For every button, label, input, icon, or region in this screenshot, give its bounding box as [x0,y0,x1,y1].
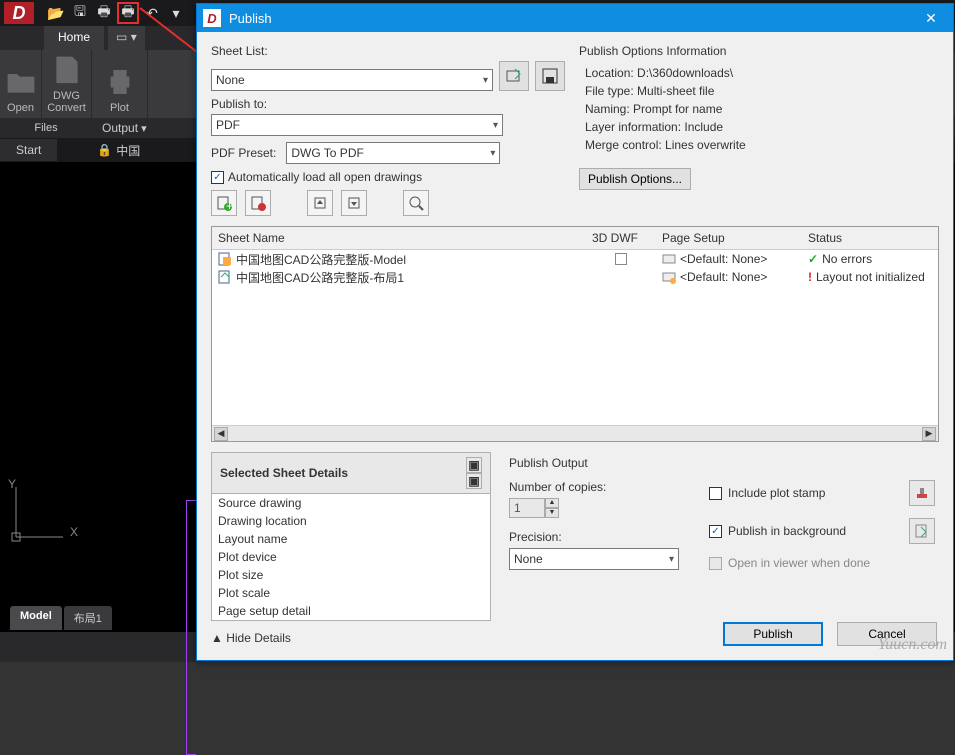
detail-size: Plot size [212,566,490,584]
sheet-details-panel: Selected Sheet Details ▣ ▣ Source drawin… [211,452,491,621]
details-expand-icon[interactable]: ▣ [466,473,482,489]
scroll-left-icon[interactable]: ◀ [214,427,228,441]
add-sheets-button[interactable]: + [211,190,237,216]
info-merge: Merge control: Lines overwrite [585,138,939,152]
info-header: Publish Options Information [579,44,939,58]
open-viewer-label: Open in viewer when done [728,556,870,570]
detail-pagesetup: Page setup detail [212,602,490,620]
col-3ddwf[interactable]: 3D DWF [586,227,656,249]
col-pagesetup[interactable]: Page Setup [656,227,802,249]
3ddwf-checkbox[interactable] [615,253,627,265]
model-tab[interactable]: Model [10,606,62,630]
app-logo[interactable]: D [4,2,34,24]
open-button[interactable]: Open [0,50,42,118]
info-location: Location: D:\360downloads\ [585,66,939,80]
detail-device: Plot device [212,548,490,566]
drawing-object [186,500,196,755]
auto-load-label: Automatically load all open drawings [228,170,422,184]
table-row[interactable]: 中国地图CAD公路完整版-布局1 <Default: None> !Layout… [212,268,938,286]
error-icon: ! [808,270,812,284]
open-viewer-checkbox: ✓ [709,557,722,570]
check-icon: ✓ [808,252,818,266]
publish-dialog: D Publish ✕ Sheet List: None Publish to:… [196,3,954,661]
bg-settings-button[interactable] [909,518,935,544]
layout-tabs: Model 布局1 [10,606,112,630]
pdf-preset-label: PDF Preset: [211,146,276,160]
svg-text:+: + [226,199,232,211]
include-stamp-label: Include plot stamp [728,486,825,500]
document-tab[interactable]: 🔒中国 [87,138,150,163]
num-copies-input[interactable] [509,498,545,518]
pagesetup-icon [662,252,676,266]
print-icon[interactable]: 🖶 [93,2,115,24]
info-filetype: File type: Multi-sheet file [585,84,939,98]
precision-label: Precision: [509,530,709,544]
plot-label: Plot [110,102,129,114]
save-list-button[interactable] [535,61,565,91]
table-scrollbar[interactable]: ◀ ▶ [212,425,938,441]
dialog-app-icon: D [203,9,221,27]
detail-source: Source drawing [212,494,490,512]
open-icon[interactable]: 📂 [45,2,67,24]
details-collapse-icon[interactable]: ▣ [466,457,482,473]
info-naming: Naming: Prompt for name [585,102,939,116]
publish-options-button[interactable]: Publish Options... [579,168,691,190]
checkbox-icon: ✓ [211,171,224,184]
save-icon[interactable]: 🖫 [69,2,91,24]
detail-scale: Plot scale [212,584,490,602]
dwg-icon [218,270,232,284]
publish-bg-label: Publish in background [728,524,846,538]
detail-location: Drawing location [212,512,490,530]
dialog-title: Publish [229,11,909,26]
include-stamp-checkbox[interactable]: ✓ [709,487,722,500]
sheet-list-select[interactable]: None [211,69,493,91]
pdf-preset-select[interactable]: DWG To PDF [286,142,500,164]
scroll-right-icon[interactable]: ▶ [922,427,936,441]
qat-dropdown-icon[interactable]: ▾ [165,2,187,24]
auto-load-checkbox[interactable]: ✓ Automatically load all open drawings [211,170,565,184]
dwg-icon [218,252,232,266]
precision-select[interactable]: None [509,548,679,570]
spin-down-icon[interactable]: ▼ [545,508,559,518]
publish-to-select[interactable]: PDF [211,114,503,136]
close-button[interactable]: ✕ [909,4,953,32]
dwg-convert-label: DWGConvert [47,90,86,114]
move-up-button[interactable] [307,190,333,216]
pagesetup-warn-icon [662,270,676,284]
panel-output-label: Output ▾ [92,118,154,138]
detail-layout: Layout name [212,530,490,548]
open-label: Open [7,102,34,114]
start-tab[interactable]: Start [0,139,57,161]
col-sheetname[interactable]: Sheet Name [212,227,586,249]
panel-files-label: Files [0,118,92,138]
view-mode-toggle[interactable]: ▭ ▾ [108,26,145,50]
plot-button[interactable]: Plot [92,50,148,118]
load-list-button[interactable] [499,61,529,91]
preview-button[interactable] [403,190,429,216]
sheet-list-label: Sheet List: [211,44,565,58]
info-layer: Layer information: Include [585,120,939,134]
table-row[interactable]: 中国地图CAD公路完整版-Model <Default: None> ✓No e… [212,250,938,268]
col-status[interactable]: Status [802,227,938,249]
output-title: Publish Output [509,456,935,470]
move-down-button[interactable] [341,190,367,216]
publish-icon[interactable]: 🖶 [117,2,139,24]
lock-icon: 🔒 [97,143,112,157]
sheet-table[interactable]: Sheet Name 3D DWF Page Setup Status 中国地图… [211,226,939,442]
undo-icon[interactable]: ↶ [141,2,163,24]
publish-button[interactable]: Publish [723,622,823,646]
num-copies-label: Number of copies: [509,480,709,494]
publish-bg-checkbox[interactable]: ✓ [709,525,722,538]
details-title: Selected Sheet Details [220,466,348,480]
dialog-titlebar[interactable]: D Publish ✕ [197,4,953,32]
ucs-icon: Y X [8,477,78,547]
layout1-tab[interactable]: 布局1 [64,606,112,630]
spin-up-icon[interactable]: ▲ [545,498,559,508]
publish-to-label: Publish to: [211,97,565,111]
remove-sheets-button[interactable] [245,190,271,216]
watermark: Yuucn.com [878,636,947,654]
stamp-settings-button[interactable] [909,480,935,506]
tab-home[interactable]: Home [44,26,104,50]
dwg-convert-button[interactable]: DWGConvert [42,50,92,118]
